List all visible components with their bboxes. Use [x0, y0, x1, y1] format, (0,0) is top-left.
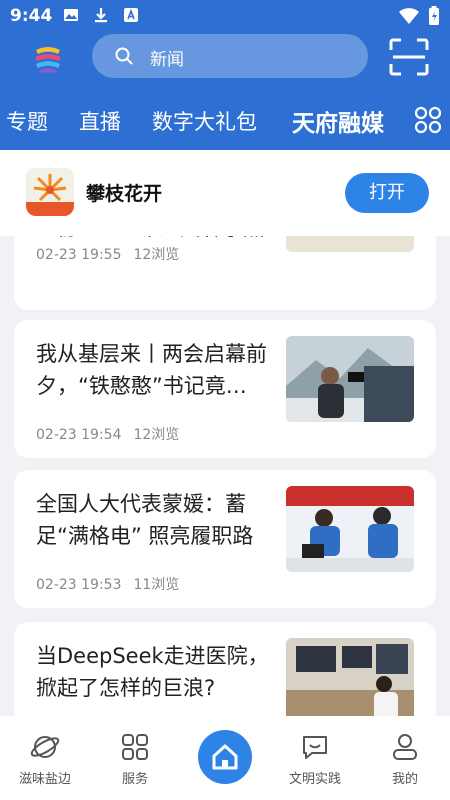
channel-grid-icon[interactable] [414, 106, 442, 134]
tab-tianfu-media[interactable]: 天府融媒 [292, 104, 384, 138]
news-thumbnail [286, 236, 414, 252]
news-views: 11浏览 [133, 577, 180, 593]
news-date: 02-23 19:53 [36, 577, 122, 593]
image-icon [64, 9, 78, 21]
news-card[interactable]: 当DeepSeek走进医院，掀起了怎样的巨浪? [14, 622, 436, 716]
search-placeholder: 新闻 [150, 50, 184, 70]
nav-services[interactable]: 服务 [90, 716, 180, 800]
news-title: 全国人大代表蒙媛：蓄足“满格电” 照亮履职路 [36, 492, 254, 548]
news-meta: 02-23 19:53 11浏览 [36, 574, 179, 594]
promo-app-logo [26, 168, 74, 216]
status-bar: 9:44 [0, 0, 450, 32]
tab-digital-gift[interactable]: 数字大礼包 [152, 106, 257, 136]
tab-live[interactable]: 直播 [79, 106, 121, 136]
chat-icon [303, 736, 327, 759]
news-card[interactable]: 我从基层来丨两会启幕前夕，“铁憨憨”书记竟… 02-23 19:54 12浏览 [14, 320, 436, 458]
nav-mine[interactable]: 我的 [360, 716, 450, 800]
news-card[interactable]: …协 2025年四川春季热… 02-23 19:55 12浏览 [14, 236, 436, 310]
download-icon [95, 8, 107, 23]
search-icon [115, 47, 133, 65]
search-input[interactable]: 新闻 [92, 34, 368, 78]
channel-tabs: 专题 直播 数字大礼包 天府融媒 [0, 92, 450, 150]
news-views: 12浏览 [133, 247, 180, 263]
news-meta: 02-23 19:54 12浏览 [36, 424, 179, 444]
nav-label: 服务 [121, 772, 148, 787]
text-icon [124, 8, 138, 22]
news-card[interactable]: 全国人大代表蒙媛：蓄足“满格电” 照亮履职路 02-23 19:53 11浏览 [14, 470, 436, 608]
news-title: 我从基层来丨两会启幕前夕，“铁憨憨”书记竟… [36, 342, 267, 398]
wifi-icon [399, 8, 419, 24]
news-thumbnail [286, 638, 414, 716]
news-title: 当DeepSeek走进医院，掀起了怎样的巨浪? [36, 644, 269, 700]
nav-home[interactable] [198, 730, 252, 784]
tab-topics[interactable]: 专题 [6, 106, 48, 136]
nav-label: 滋味盐边 [18, 772, 71, 787]
nav-label: 我的 [391, 772, 418, 787]
home-icon [212, 744, 238, 770]
open-app-button[interactable]: 打开 [345, 173, 429, 213]
news-date: 02-23 19:55 [36, 247, 122, 263]
app-logo-icon[interactable] [30, 40, 66, 76]
news-title: …协 2025年四川春季热… [36, 236, 296, 244]
sunflower-icon [26, 168, 74, 216]
nav-label: 文明实践 [288, 772, 341, 787]
grid-icon [122, 734, 148, 760]
user-icon [393, 734, 417, 760]
news-feed: …协 2025年四川春季热… 02-23 19:55 12浏览 我从基层来丨两会启… [0, 236, 450, 716]
promo-app-name: 攀枝花开 [86, 183, 163, 205]
scan-icon[interactable] [389, 38, 429, 76]
status-time: 9:44 [10, 6, 53, 26]
news-thumbnail [286, 486, 414, 572]
battery-icon [429, 6, 439, 25]
news-meta: 02-23 19:55 12浏览 [36, 244, 179, 264]
nav-zwyb[interactable]: 滋味盐边 [0, 716, 90, 800]
app-promo-banner: 攀枝花开 打开 [0, 150, 450, 236]
news-thumbnail [286, 336, 414, 422]
bottom-navigation: 滋味盐边 服务 文明实践 我的 [0, 716, 450, 800]
nav-civilization[interactable]: 文明实践 [270, 716, 360, 800]
news-date: 02-23 19:54 [36, 427, 122, 443]
news-views: 12浏览 [133, 427, 180, 443]
planet-icon [30, 736, 60, 758]
